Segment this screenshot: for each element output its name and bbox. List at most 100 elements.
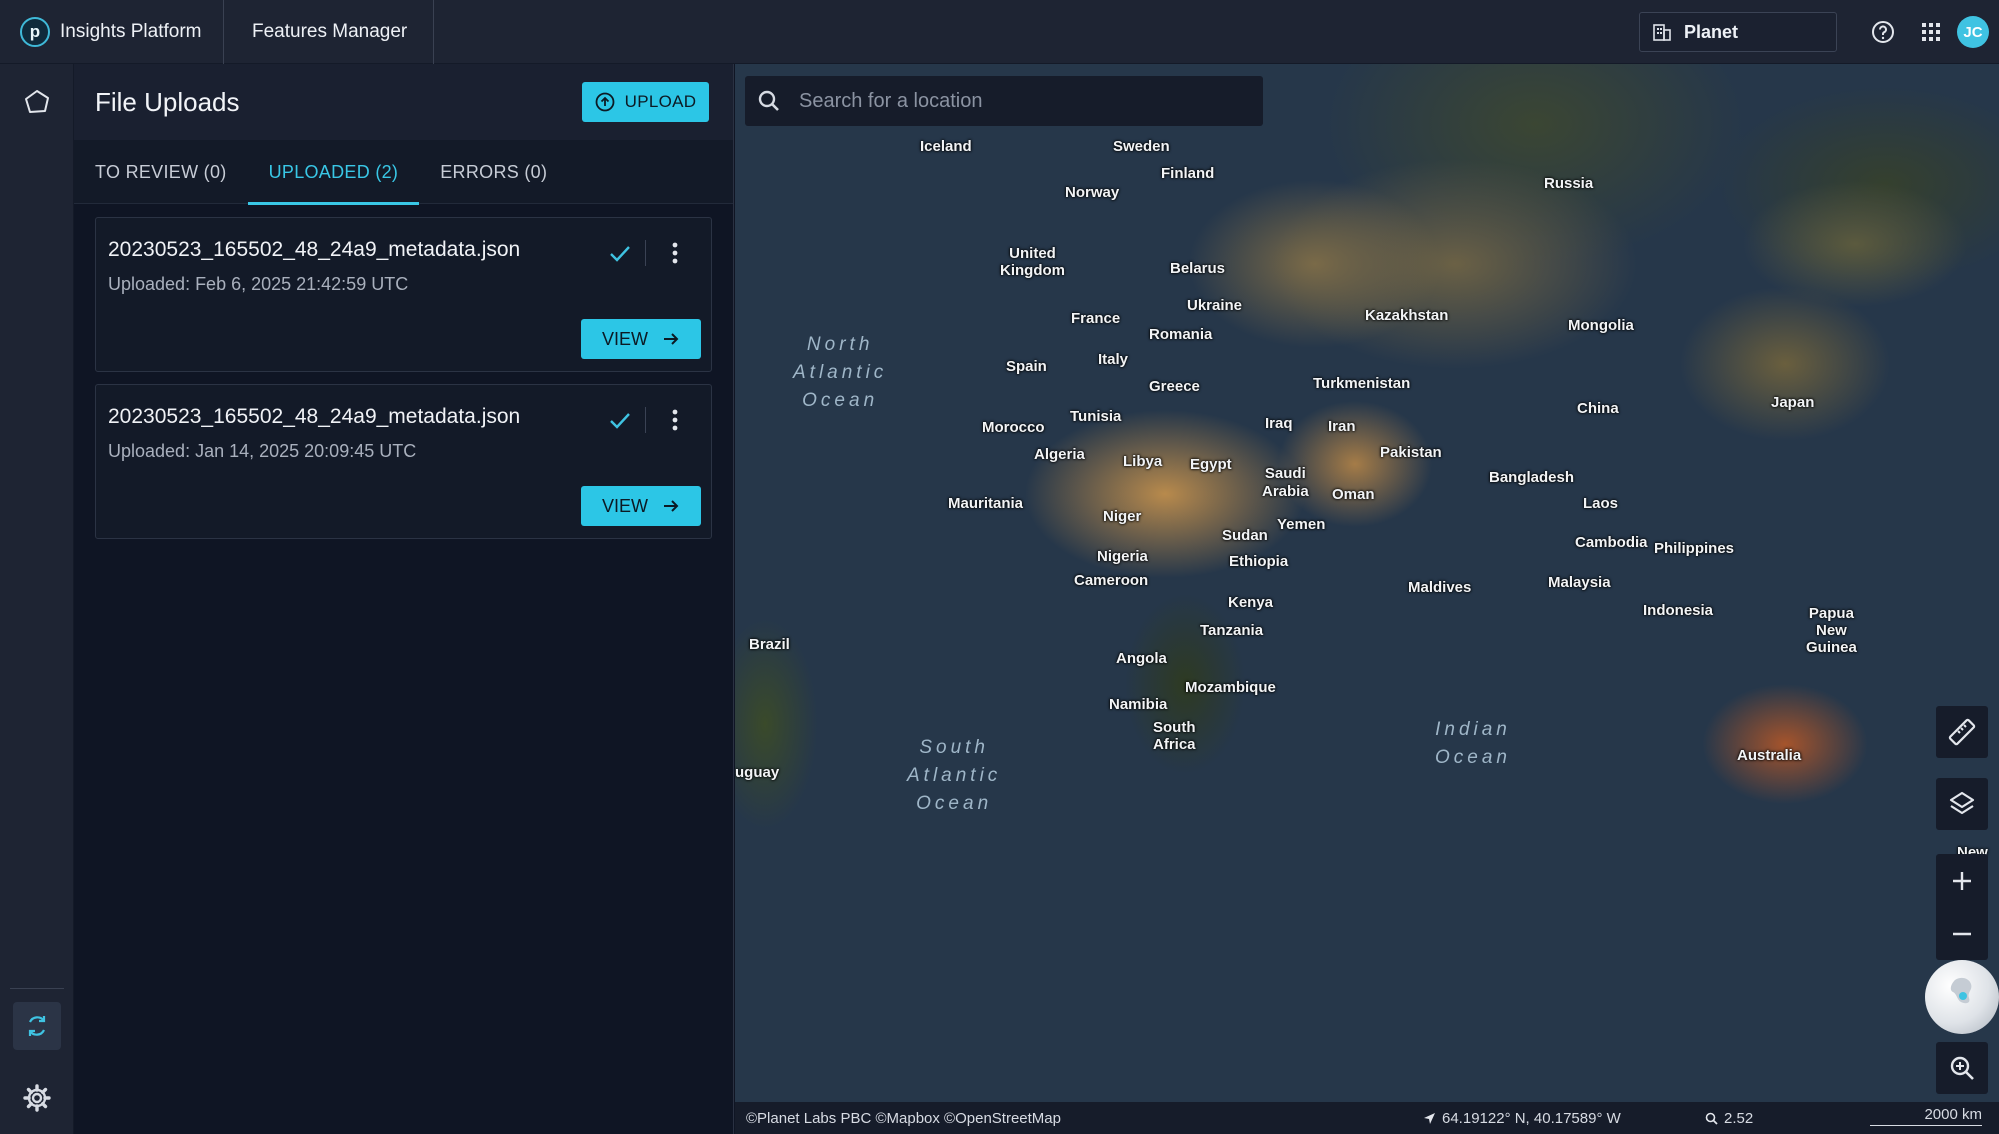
more-vertical-icon [672,409,678,431]
tab-errors[interactable]: ERRORS (0) [419,140,568,204]
country-label: Greece [1149,378,1200,395]
rail-sync-button[interactable] [13,1002,61,1050]
tab-to-review[interactable]: TO REVIEW (0) [74,140,248,204]
country-label: Nigeria [1097,548,1148,565]
country-label: Namibia [1109,696,1168,713]
country-label: Indonesia [1643,602,1714,619]
country-label: Philippines [1654,540,1735,557]
top-bar: p Insights Platform Features Manager Pla… [0,0,1999,64]
zoom-level-text: 2.52 [1724,1109,1754,1127]
upload-date: Uploaded: Feb 6, 2025 21:42:59 UTC [108,274,409,294]
zoom-magnifier-icon [1950,1056,1974,1080]
map-footer: ©Planet Labs PBC ©Mapbox ©OpenStreetMap … [735,1102,1999,1134]
help-icon [1872,21,1894,43]
country-label: Iraq [1265,415,1293,432]
country-label: Saudi Arabia [1262,465,1309,500]
uploaded-check-icon [605,405,635,435]
upload-button-label: UPLOAD [624,92,697,111]
view-button[interactable]: VIEW [581,319,701,359]
country-label: Ethiopia [1229,553,1289,570]
country-label: Bangladesh [1489,469,1575,486]
country-label: Pakistan [1380,444,1442,461]
apps-button[interactable] [1911,12,1951,52]
country-label: Tunisia [1070,408,1122,425]
country-label: United Kingdom [1000,245,1065,279]
country-label: Mozambique [1185,679,1276,696]
country-label: Australia [1737,747,1802,764]
country-label: Algeria [1034,446,1085,463]
polygon-icon [25,90,49,113]
country-label: Kazakhstan [1365,307,1449,324]
card-divider [645,407,646,433]
country-label: Tanzania [1200,622,1264,639]
upload-button[interactable]: UPLOAD [582,82,709,122]
layers-icon [1949,791,1975,815]
panel-title: File Uploads [95,86,240,117]
rail-settings-button[interactable] [13,1074,61,1122]
upload-filename: 20230523_165502_48_24a9_metadata.json [108,405,521,428]
rail-features-button[interactable] [13,78,61,126]
topbar-actions: Planet JC [1639,0,1999,64]
country-label: Egypt [1190,456,1232,473]
upload-card: 20230523_165502_48_24a9_metadata.json Up… [95,217,712,372]
location-search-input[interactable] [799,89,1239,113]
view-button-label: VIEW [601,328,648,349]
tab-uploaded[interactable]: UPLOADED (2) [247,140,420,205]
country-label: Japan [1771,394,1815,411]
ocean-label: South Atlantic Ocean [907,737,1002,814]
help-button[interactable] [1863,12,1903,52]
globe-overview-icon[interactable] [1925,960,1999,1034]
country-label: Angola [1116,650,1167,667]
view-button-label: VIEW [601,495,648,516]
map-attribution[interactable]: ©Planet Labs PBC ©Mapbox ©OpenStreetMap [746,1110,1061,1127]
card-divider [645,240,646,266]
country-label: Niger [1103,508,1142,525]
zoom-to-button[interactable] [1936,1042,1988,1094]
view-button[interactable]: VIEW [581,486,701,526]
minus-icon [1953,932,1971,935]
search-icon [758,90,779,111]
gear-icon [23,1084,51,1112]
uploaded-check-icon [605,238,635,268]
country-label: Oman [1332,486,1375,503]
upload-tabs: TO REVIEW (0) UPLOADED (2) ERRORS (0) [74,140,733,205]
building-icon [1653,24,1671,41]
country-label: China [1577,400,1619,417]
country-label: Sweden [1113,138,1170,155]
file-uploads-panel: File Uploads UPLOAD TO REVIEW (0) UPLOAD… [74,64,734,1134]
user-avatar[interactable]: JC [1957,16,1989,48]
ocean-label: Indian Ocean [1435,719,1511,768]
card-more-button[interactable] [662,238,688,268]
country-label: Maldives [1408,579,1472,596]
measure-button[interactable] [1936,706,1988,758]
country-label: Iran [1328,418,1356,435]
apps-grid-icon [1922,23,1940,41]
country-label: South Africa [1153,719,1196,753]
location-search[interactable] [745,76,1263,126]
country-label: Norway [1065,184,1120,201]
rail-divider [10,988,64,989]
cursor-coordinates: 64.19122° N, 40.17589° W [1423,1110,1621,1127]
country-label: Libya [1123,453,1163,470]
search-icon [1705,1112,1718,1125]
coordinates-text: 64.19122° N, 40.17589° W [1442,1109,1621,1127]
zoom-level: 2.52 [1705,1110,1753,1127]
org-selector[interactable]: Planet [1639,12,1837,52]
brand[interactable]: p Insights Platform [0,0,224,64]
more-vertical-icon [672,242,678,264]
country-label: Belarus [1170,260,1226,277]
map-view[interactable]: North Atlantic Ocean South Atlantic Ocea… [735,64,1999,1134]
country-label: Italy [1098,351,1129,368]
layers-button[interactable] [1936,778,1988,830]
ruler-icon [1948,718,1976,746]
country-label: Romania [1149,326,1213,343]
upload-circle-icon [595,92,615,112]
country-label: Brazil [749,636,790,653]
country-label: Laos [1583,495,1619,512]
country-label: Kenya [1228,594,1274,611]
card-more-button[interactable] [662,405,688,435]
zoom-in-button[interactable] [1936,854,1988,907]
zoom-out-button[interactable] [1936,907,1988,960]
country-label: Sudan [1222,527,1268,544]
breadcrumb-features-manager[interactable]: Features Manager [224,0,435,64]
